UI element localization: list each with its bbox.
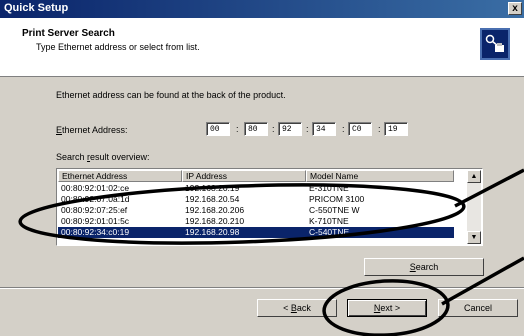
page-title: Print Server Search: [22, 28, 115, 39]
ethernet-octet-2[interactable]: 80: [244, 122, 268, 136]
scroll-down-icon: ▼: [470, 234, 478, 241]
search-results-list[interactable]: Ethernet Address IP Address Model Name 0…: [56, 168, 483, 246]
back-button[interactable]: < Back: [257, 299, 337, 317]
search-button[interactable]: Search: [364, 258, 484, 276]
octet-separator: :: [378, 124, 381, 134]
list-item[interactable]: 00:80:92:01:01:5c 192.168.20.210 K-710TNE: [58, 216, 454, 227]
list-header: Ethernet Address IP Address Model Name: [58, 170, 467, 182]
header-panel: Print Server Search Type Ethernet addres…: [0, 18, 524, 77]
search-result-label: Search result overview:: [56, 152, 150, 162]
ethernet-octet-5[interactable]: C0: [348, 122, 372, 136]
window-title: Quick Setup: [4, 2, 69, 14]
octet-separator: :: [272, 124, 275, 134]
scroll-down-button[interactable]: ▼: [467, 231, 481, 244]
page-subtitle: Type Ethernet address or select from lis…: [36, 42, 200, 52]
next-button[interactable]: Next >: [347, 299, 427, 317]
ethernet-octet-4[interactable]: 34: [312, 122, 336, 136]
ethernet-address-label: Ethernet Address:: [56, 125, 128, 135]
scroll-up-icon: ▲: [470, 173, 478, 180]
close-button[interactable]: x: [508, 2, 522, 15]
vertical-scrollbar[interactable]: ▲ ▼: [467, 170, 481, 244]
ethernet-octet-6[interactable]: 19: [384, 122, 408, 136]
octet-separator: :: [342, 124, 345, 134]
title-bar: Quick Setup x: [0, 0, 524, 18]
octet-separator: :: [236, 124, 239, 134]
column-header-ethernet[interactable]: Ethernet Address: [58, 170, 182, 182]
column-header-model[interactable]: Model Name: [306, 170, 454, 182]
ethernet-octet-3[interactable]: 92: [278, 122, 302, 136]
ethernet-octet-1[interactable]: 00: [206, 122, 230, 136]
separator-line: [0, 287, 524, 289]
cancel-button[interactable]: Cancel: [438, 299, 518, 317]
list-item-selected[interactable]: 00:80:92:34:c0:19 192.168.20.98 C-540TNE: [58, 227, 454, 238]
list-item[interactable]: 00:80:92:01:02:ce 192.168.20.19 E-310TNE: [58, 183, 454, 194]
network-printer-icon: [480, 28, 510, 60]
list-item[interactable]: 00:80:92:07:25:ef 192.168.20.206 C-550TNE …: [58, 205, 454, 216]
info-text: Ethernet address can be found at the bac…: [56, 90, 286, 100]
list-item[interactable]: 00:80:92:07:0a:1d 192.168.20.54 PRICOM 310…: [58, 194, 454, 205]
scroll-up-button[interactable]: ▲: [467, 170, 481, 183]
close-icon: x: [512, 3, 518, 14]
column-header-ip[interactable]: IP Address: [182, 170, 306, 182]
octet-separator: :: [306, 124, 309, 134]
